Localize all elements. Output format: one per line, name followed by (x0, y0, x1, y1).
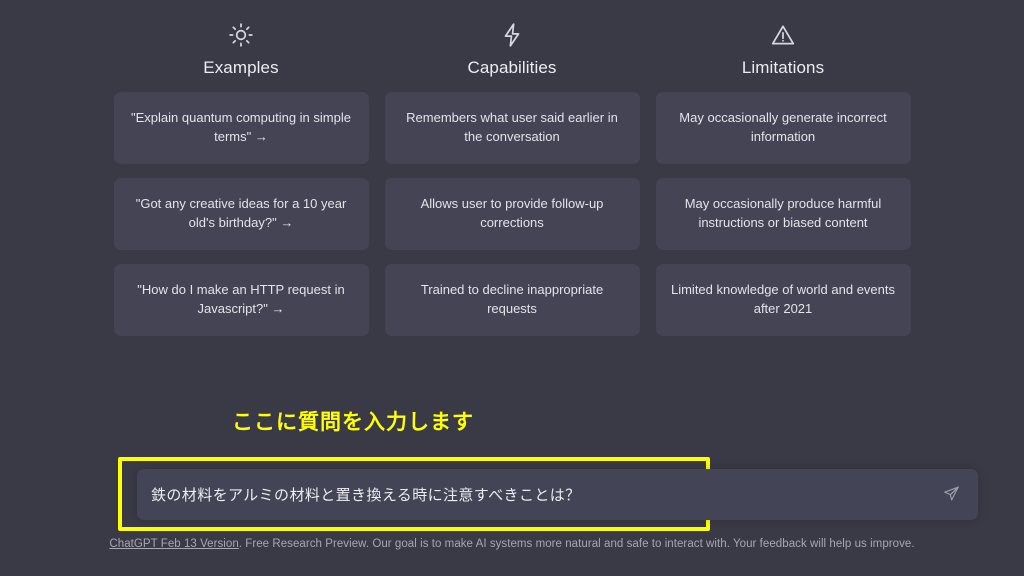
capability-card-text: Remembers what user said earlier in the … (406, 110, 618, 144)
column-title-capabilities: Capabilities (467, 58, 557, 77)
footer-text: . Free Research Preview. Our goal is to … (238, 538, 915, 550)
example-card-text: "How do I make an HTTP request in Javasc… (137, 282, 345, 316)
capability-card: Remembers what user said earlier in the … (384, 92, 640, 164)
capability-card-list: Remembers what user said earlier in the … (384, 92, 640, 336)
limitation-card-text: May occasionally generate incorrect info… (679, 110, 887, 144)
capability-card-text: Allows user to provide follow-up correct… (420, 196, 604, 230)
capability-card: Allows user to provide follow-up correct… (384, 178, 640, 250)
example-card[interactable]: "Explain quantum computing in simple ter… (113, 92, 369, 164)
example-card-text: "Got any creative ideas for a 10 year ol… (135, 196, 347, 230)
capability-card: Trained to decline inappropriate request… (384, 264, 640, 336)
column-examples: Examples "Explain quantum computing in s… (113, 18, 369, 336)
feature-columns: Examples "Explain quantum computing in s… (0, 0, 1024, 336)
example-card-text: "Explain quantum computing in simple ter… (131, 110, 351, 144)
example-card[interactable]: "Got any creative ideas for a 10 year ol… (113, 178, 369, 250)
send-paper-plane-icon (943, 485, 960, 505)
limitation-card: May occasionally generate incorrect info… (655, 92, 911, 164)
warning-triangle-icon (770, 18, 796, 52)
column-capabilities: Capabilities Remembers what user said ea… (384, 18, 640, 336)
send-button[interactable] (938, 482, 964, 508)
limitation-card: May occasionally produce harmful instruc… (655, 178, 911, 250)
column-title-examples: Examples (203, 58, 279, 77)
sun-icon (228, 18, 254, 52)
prompt-composer[interactable] (137, 469, 978, 520)
limitation-card-text: May occasionally produce harmful instruc… (684, 196, 882, 230)
capability-card-text: Trained to decline inappropriate request… (420, 282, 604, 316)
footer-disclaimer: ChatGPT Feb 13 Version. Free Research Pr… (0, 538, 1024, 550)
input-annotation-label: ここに質問を入力します (232, 410, 474, 434)
column-limitations: Limitations May occasionally generate in… (655, 18, 911, 336)
limitation-card: Limited knowledge of world and events af… (655, 264, 911, 336)
lightning-bolt-icon (499, 18, 525, 52)
example-card-list: "Explain quantum computing in simple ter… (113, 92, 369, 336)
limitation-card-text: Limited knowledge of world and events af… (670, 282, 896, 316)
version-link[interactable]: ChatGPT Feb 13 Version (109, 538, 238, 550)
column-title-limitations: Limitations (741, 58, 825, 77)
prompt-input[interactable] (151, 485, 938, 504)
limitation-card-list: May occasionally generate incorrect info… (655, 92, 911, 336)
example-card[interactable]: "How do I make an HTTP request in Javasc… (113, 264, 369, 336)
